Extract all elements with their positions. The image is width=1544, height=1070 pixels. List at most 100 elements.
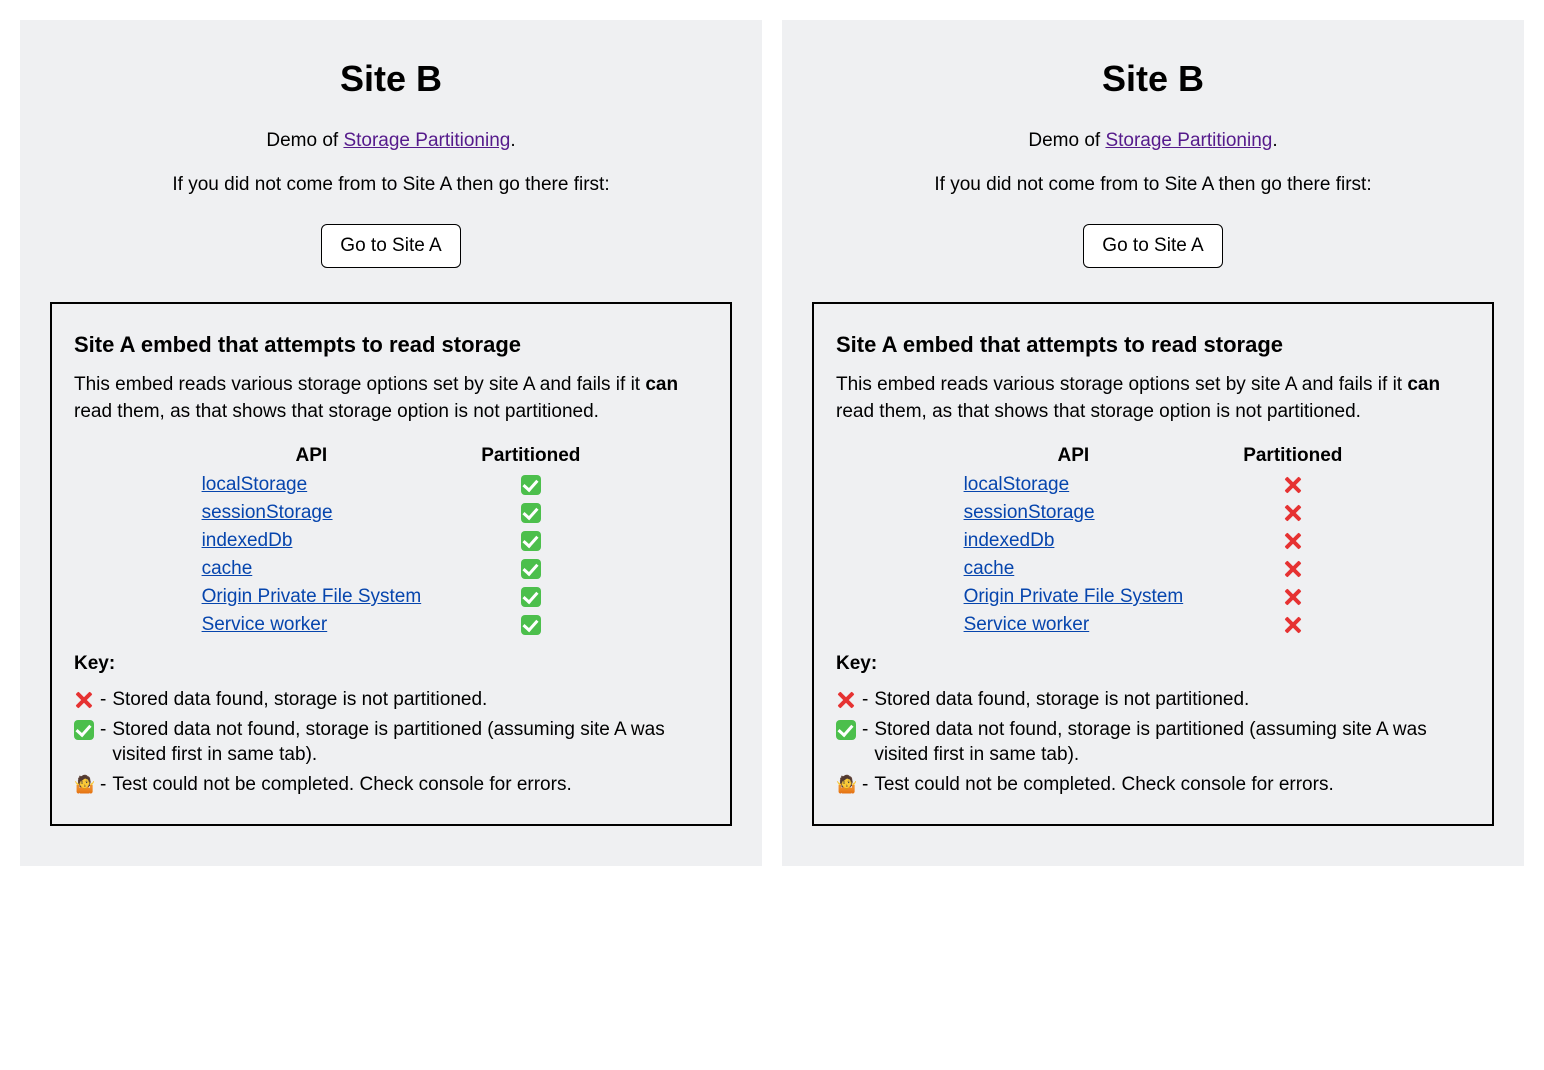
status-icon	[521, 615, 541, 635]
demo-prefix: Demo of	[1028, 130, 1105, 151]
embed-desc-bold: can	[645, 374, 678, 395]
api-link-indexeddb[interactable]: indexedDb	[964, 530, 1055, 551]
go-to-site-a-button[interactable]: Go to Site A	[1083, 224, 1222, 268]
embed-description: This embed reads various storage options…	[74, 372, 708, 425]
button-row: Go to Site A	[50, 224, 732, 268]
table-row: cache	[934, 555, 1373, 583]
instruction-text: If you did not come from to Site A then …	[50, 174, 732, 196]
table-row: localStorage	[934, 471, 1373, 499]
status-cell	[451, 471, 610, 499]
status-icon	[1283, 503, 1303, 523]
cross-icon	[74, 687, 100, 713]
instruction-text: If you did not come from to Site A then …	[812, 174, 1494, 196]
key-text: Stored data not found, storage is partit…	[112, 717, 708, 768]
api-table: API Partitioned localStorage sessionStor…	[172, 441, 611, 639]
api-link-sessionstorage[interactable]: sessionStorage	[964, 502, 1095, 523]
key-text: Test could not be completed. Check conso…	[112, 772, 708, 798]
status-icon	[521, 559, 541, 579]
api-table: API Partitioned localStorage sessionStor…	[934, 441, 1373, 639]
embed-desc-before: This embed reads various storage options…	[836, 374, 1407, 395]
panel-right: Site B Demo of Storage Partitioning. If …	[782, 20, 1524, 866]
page-title: Site B	[50, 58, 732, 100]
status-icon	[1283, 559, 1303, 579]
table-row: cache	[172, 555, 611, 583]
go-to-site-a-button[interactable]: Go to Site A	[321, 224, 460, 268]
status-cell	[451, 499, 610, 527]
table-row: Origin Private File System	[172, 583, 611, 611]
table-row: sessionStorage	[172, 499, 611, 527]
key-item: - Stored data not found, storage is part…	[836, 715, 1470, 770]
storage-partitioning-link[interactable]: Storage Partitioning	[1105, 130, 1272, 151]
api-link-localstorage[interactable]: localStorage	[202, 474, 308, 495]
key-text: Test could not be completed. Check conso…	[874, 772, 1470, 798]
embed-desc-bold: can	[1407, 374, 1440, 395]
key-item: 🤷 - Test could not be completed. Check c…	[74, 770, 708, 800]
status-cell	[1213, 555, 1372, 583]
key-item: - Stored data not found, storage is part…	[74, 715, 708, 770]
status-cell	[451, 555, 610, 583]
status-icon	[521, 531, 541, 551]
status-icon	[1283, 615, 1303, 635]
col-partitioned: Partitioned	[451, 441, 610, 471]
table-row: indexedDb	[934, 527, 1373, 555]
shrug-icon: 🤷	[836, 772, 862, 798]
key-heading: Key:	[74, 653, 708, 675]
key-text: Stored data not found, storage is partit…	[874, 717, 1470, 768]
table-row: localStorage	[172, 471, 611, 499]
page: Site B Demo of Storage Partitioning. If …	[0, 0, 1544, 906]
embed-box: Site A embed that attempts to read stora…	[50, 302, 732, 826]
embed-heading: Site A embed that attempts to read stora…	[836, 332, 1470, 358]
demo-prefix: Demo of	[266, 130, 343, 151]
demo-line: Demo of Storage Partitioning.	[50, 130, 732, 152]
key-text: Stored data found, storage is not partit…	[112, 687, 708, 713]
status-cell	[451, 583, 610, 611]
status-icon	[521, 587, 541, 607]
col-api: API	[934, 441, 1214, 471]
status-icon	[1283, 475, 1303, 495]
api-link-cache[interactable]: cache	[964, 558, 1015, 579]
embed-desc-after: read them, as that shows that storage op…	[74, 401, 599, 422]
status-cell	[1213, 611, 1372, 639]
api-link-opfs[interactable]: Origin Private File System	[202, 586, 422, 607]
page-title: Site B	[812, 58, 1494, 100]
key-item: 🤷 - Test could not be completed. Check c…	[836, 770, 1470, 800]
col-partitioned: Partitioned	[1213, 441, 1372, 471]
status-icon	[521, 503, 541, 523]
cross-icon	[836, 687, 862, 713]
embed-desc-after: read them, as that shows that storage op…	[836, 401, 1361, 422]
api-link-localstorage[interactable]: localStorage	[964, 474, 1070, 495]
table-row: sessionStorage	[934, 499, 1373, 527]
table-row: Service worker	[934, 611, 1373, 639]
key-heading: Key:	[836, 653, 1470, 675]
status-icon	[521, 475, 541, 495]
embed-description: This embed reads various storage options…	[836, 372, 1470, 425]
api-link-opfs[interactable]: Origin Private File System	[964, 586, 1184, 607]
api-link-service-worker[interactable]: Service worker	[964, 614, 1090, 635]
storage-partitioning-link[interactable]: Storage Partitioning	[343, 130, 510, 151]
status-icon	[1283, 587, 1303, 607]
table-row: Service worker	[172, 611, 611, 639]
button-row: Go to Site A	[812, 224, 1494, 268]
embed-box: Site A embed that attempts to read stora…	[812, 302, 1494, 826]
status-cell	[1213, 527, 1372, 555]
status-cell	[1213, 583, 1372, 611]
status-cell	[451, 611, 610, 639]
demo-suffix: .	[1272, 130, 1277, 151]
table-row: Origin Private File System	[934, 583, 1373, 611]
key-list: - Stored data found, storage is not part…	[836, 685, 1470, 800]
shrug-icon: 🤷	[74, 772, 100, 798]
demo-suffix: .	[510, 130, 515, 151]
api-link-service-worker[interactable]: Service worker	[202, 614, 328, 635]
key-text: Stored data found, storage is not partit…	[874, 687, 1470, 713]
api-link-indexeddb[interactable]: indexedDb	[202, 530, 293, 551]
table-row: indexedDb	[172, 527, 611, 555]
key-item: - Stored data found, storage is not part…	[74, 685, 708, 715]
status-cell	[1213, 499, 1372, 527]
key-item: - Stored data found, storage is not part…	[836, 685, 1470, 715]
check-icon	[74, 717, 100, 743]
status-cell	[1213, 471, 1372, 499]
api-link-sessionstorage[interactable]: sessionStorage	[202, 502, 333, 523]
check-icon	[836, 717, 862, 743]
api-link-cache[interactable]: cache	[202, 558, 253, 579]
embed-desc-before: This embed reads various storage options…	[74, 374, 645, 395]
